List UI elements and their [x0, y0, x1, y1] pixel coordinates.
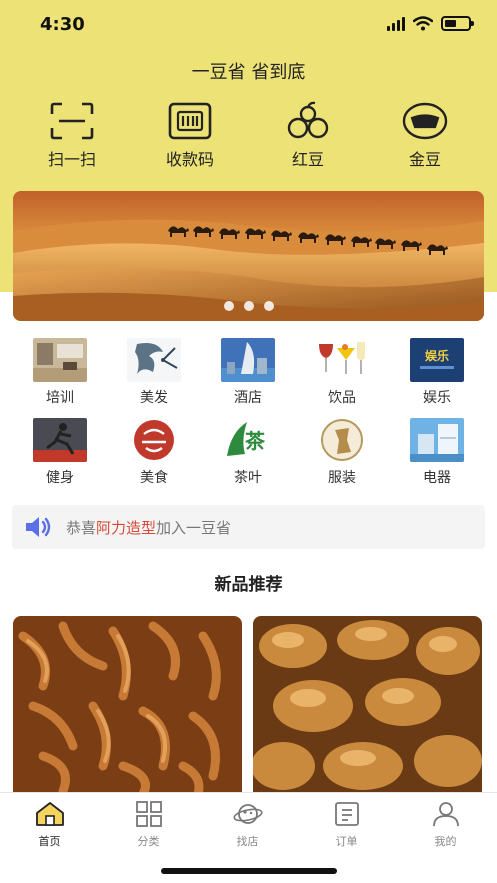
category-label: 电器 [423, 470, 451, 486]
category-clothing[interactable]: 服装 [302, 418, 382, 487]
category-label: 美食 [140, 470, 168, 486]
product-card[interactable] [13, 616, 242, 794]
order-icon [334, 802, 359, 826]
home-icon [35, 802, 64, 826]
tab-category[interactable]: 分类 [99, 801, 198, 849]
scan-label: 扫一扫 [47, 150, 96, 169]
notice-prefix: 恭喜 [66, 518, 97, 537]
category-appliance[interactable]: 电器 [397, 418, 477, 487]
tab-profile[interactable]: 我的 [396, 801, 495, 849]
category-label: 健身 [46, 470, 74, 486]
svg-text:茶: 茶 [245, 429, 266, 453]
carousel-dot[interactable] [263, 301, 274, 311]
section-title: 新品推荐 [214, 575, 283, 595]
speaker-icon [26, 517, 51, 537]
status-icons [387, 16, 474, 31]
category-tea[interactable]: 茶 茶叶 [208, 418, 288, 487]
barcode-icon [168, 102, 212, 140]
scan-button[interactable]: 扫一扫 [22, 100, 122, 170]
braised-chicken-legs-photo [253, 616, 482, 794]
category-label: 酒店 [234, 390, 262, 406]
notice-bar[interactable]: 恭喜阿力造型加入一豆省 [12, 505, 485, 549]
red-bean-button[interactable]: 红豆 [258, 100, 358, 170]
category-training[interactable]: 培训 [20, 338, 100, 407]
training-room-thumbnail [33, 338, 87, 382]
svg-text:娱乐: 娱乐 [425, 348, 449, 363]
fitness-thumbnail [33, 418, 87, 462]
payment-code-label: 收款码 [165, 150, 214, 169]
category-entertainment[interactable]: 娱乐 娱乐 [397, 338, 477, 407]
notice-highlight[interactable]: 阿力造型 [96, 519, 156, 537]
tab-label: 我的 [434, 835, 457, 848]
category-drinks[interactable]: 饮品 [302, 338, 382, 407]
food-thumbnail [127, 418, 181, 462]
category-hair[interactable]: 美发 [114, 338, 194, 407]
tab-label: 首页 [38, 835, 61, 848]
notice-suffix: 加入一豆省 [156, 518, 232, 537]
user-icon [432, 802, 459, 827]
drinks-thumbnail [315, 338, 369, 382]
gold-bean-label: 金豆 [408, 150, 441, 169]
red-bean-icon [287, 101, 329, 139]
cellular-signal-icon [387, 16, 405, 31]
scan-icon [50, 102, 94, 140]
app-title: 一豆省 省到底 [191, 62, 306, 83]
battery-icon [441, 16, 474, 31]
category-food[interactable]: 美食 [114, 418, 194, 487]
tab-label: 分类 [137, 835, 160, 848]
status-time: 4:30 [40, 14, 85, 35]
notice-text: 恭喜阿力造型加入一豆省 [66, 517, 231, 538]
category-label: 饮品 [328, 390, 356, 406]
product-card[interactable] [253, 616, 482, 794]
category-hotel[interactable]: 酒店 [208, 338, 288, 407]
category-label: 茶叶 [234, 470, 262, 486]
tab-orders[interactable]: 订单 [297, 801, 396, 849]
status-bar: 4:30 [0, 0, 497, 50]
home-indicator [161, 868, 337, 874]
planet-icon [232, 804, 263, 824]
battery-level [445, 20, 456, 27]
app-screen: 4:30 一豆省 省到底 扫一扫 收款码 红豆 金豆 培训 美发 酒店 饮品 娱… [0, 0, 497, 883]
wifi-icon [413, 16, 433, 31]
payment-code-button[interactable]: 收款码 [140, 100, 240, 170]
carousel-dots [13, 301, 484, 311]
gold-bean-button[interactable]: 金豆 [375, 100, 475, 170]
tab-label: 找店 [236, 835, 259, 848]
entertainment-thumbnail: 娱乐 [410, 338, 464, 382]
appliance-thumbnail [410, 418, 464, 462]
tea-thumbnail: 茶 [221, 418, 275, 462]
tab-home[interactable]: 首页 [0, 801, 99, 849]
gold-ingot-icon [402, 102, 448, 140]
hotel-thumbnail [221, 338, 275, 382]
braised-chicken-feet-photo [13, 616, 242, 794]
category-label: 服装 [328, 470, 356, 486]
hair-salon-thumbnail [127, 338, 181, 382]
category-fitness[interactable]: 健身 [20, 418, 100, 487]
carousel-dot[interactable] [223, 301, 234, 311]
grid-icon [135, 801, 162, 827]
banner-carousel[interactable] [13, 191, 484, 321]
category-label: 美发 [140, 390, 168, 406]
tab-label: 订单 [335, 835, 358, 848]
category-label: 娱乐 [423, 390, 451, 406]
tab-find-store[interactable]: 找店 [198, 801, 297, 849]
carousel-dot[interactable] [243, 301, 254, 311]
category-label: 培训 [46, 390, 74, 406]
clothing-thumbnail [315, 418, 369, 462]
red-bean-label: 红豆 [291, 150, 324, 169]
